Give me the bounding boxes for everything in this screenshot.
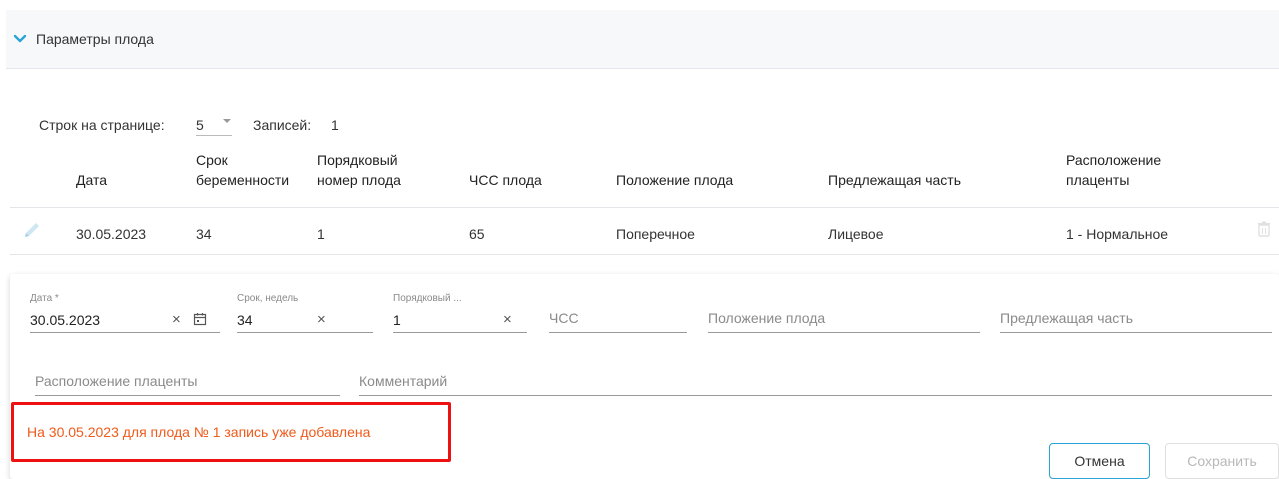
- presentation-underline: [1000, 332, 1272, 333]
- col-header-date: Дата: [76, 172, 108, 188]
- col-header-presentation: Предлежащая часть: [828, 172, 962, 188]
- comment-underline: [359, 395, 1272, 396]
- col-header-placenta-line2: плаценты: [1066, 172, 1130, 188]
- term-weeks-underline: [237, 332, 373, 333]
- presentation-placeholder: Предлежащая часть: [1000, 310, 1134, 326]
- section-title: Параметры плода: [36, 31, 154, 47]
- rows-per-page-value: 5: [196, 117, 204, 133]
- date-clear-icon[interactable]: ×: [172, 312, 181, 328]
- pager: Строк на странице: 5 Записей: 1: [39, 116, 439, 136]
- table-row: 30.05.2023 34 1 65 Поперечное Лицевое 1 …: [0, 212, 1279, 252]
- term-clear-icon[interactable]: ×: [317, 312, 326, 328]
- trash-delete-icon[interactable]: [1257, 221, 1271, 237]
- placenta-location-underline: [35, 395, 340, 396]
- date-field-value: 30.05.2023: [30, 312, 101, 328]
- comment-placeholder: Комментарий: [359, 373, 448, 389]
- date-field-underline: [30, 332, 220, 333]
- position-placeholder: Положение плода: [708, 310, 826, 326]
- term-weeks-field[interactable]: Срок, недель 34 ×: [237, 293, 373, 333]
- rows-per-page-select[interactable]: 5: [196, 113, 232, 136]
- col-header-term-line2: беременности: [196, 172, 290, 188]
- fetus-number-underline: [393, 332, 527, 333]
- fetus-number-field[interactable]: Порядковый ... 1 ×: [393, 293, 527, 333]
- records-count: 1: [331, 117, 339, 133]
- col-header-heart-rate: ЧСС плода: [469, 172, 542, 188]
- heart-rate-placeholder: ЧСС: [549, 310, 579, 326]
- term-weeks-value: 34: [237, 312, 253, 328]
- rows-per-page-label: Строк на странице:: [39, 117, 165, 133]
- fetus-number-clear-icon[interactable]: ×: [503, 312, 512, 328]
- cell-position: Поперечное: [616, 226, 695, 242]
- cancel-button[interactable]: Отмена: [1049, 443, 1150, 479]
- cell-heart-rate: 65: [469, 226, 485, 242]
- dropdown-arrow-icon: [223, 119, 231, 123]
- col-header-position: Положение плода: [616, 172, 734, 188]
- cell-presentation: Лицевое: [828, 226, 884, 242]
- table-header: Дата Срок беременности Порядковый номер …: [0, 150, 1279, 195]
- placenta-location-placeholder: Расположение плаценты: [35, 373, 198, 389]
- cell-number: 1: [317, 226, 325, 242]
- records-label: Записей:: [253, 117, 312, 133]
- col-header-term-line1: Срок: [196, 152, 228, 168]
- col-header-placenta-line1: Расположение: [1066, 152, 1162, 168]
- position-field[interactable]: Положение плода: [708, 293, 980, 333]
- cell-date: 30.05.2023: [76, 226, 147, 242]
- header-divider: [10, 207, 1279, 208]
- term-weeks-label: Срок, недель: [237, 293, 299, 304]
- heart-rate-field[interactable]: ЧСС: [549, 293, 687, 333]
- cell-placenta: 1 - Нормальное: [1066, 226, 1169, 242]
- cell-term: 34: [196, 226, 212, 242]
- fetus-number-label: Порядковый ...: [393, 293, 462, 304]
- date-field-label: Дата *: [30, 293, 59, 304]
- chevron-down-icon[interactable]: [12, 31, 28, 47]
- pencil-edit-icon[interactable]: [22, 220, 42, 240]
- row-divider: [10, 254, 1279, 255]
- section-header-fetal-params[interactable]: Параметры плода: [6, 10, 1279, 69]
- col-header-number-line2: номер плода: [317, 172, 401, 188]
- col-header-number-line1: Порядковый: [317, 152, 398, 168]
- calendar-icon[interactable]: [193, 312, 207, 326]
- error-message: На 30.05.2023 для плода № 1 запись уже д…: [27, 424, 371, 440]
- save-button[interactable]: Сохранить: [1165, 443, 1279, 479]
- presentation-field[interactable]: Предлежащая часть: [1000, 293, 1272, 333]
- heart-rate-underline: [549, 332, 687, 333]
- placenta-location-field[interactable]: Расположение плаценты: [35, 354, 340, 396]
- date-field[interactable]: Дата * 30.05.2023 ×: [30, 293, 220, 333]
- position-underline: [708, 332, 980, 333]
- fetus-number-value: 1: [393, 312, 401, 328]
- comment-field[interactable]: Комментарий: [359, 354, 1272, 396]
